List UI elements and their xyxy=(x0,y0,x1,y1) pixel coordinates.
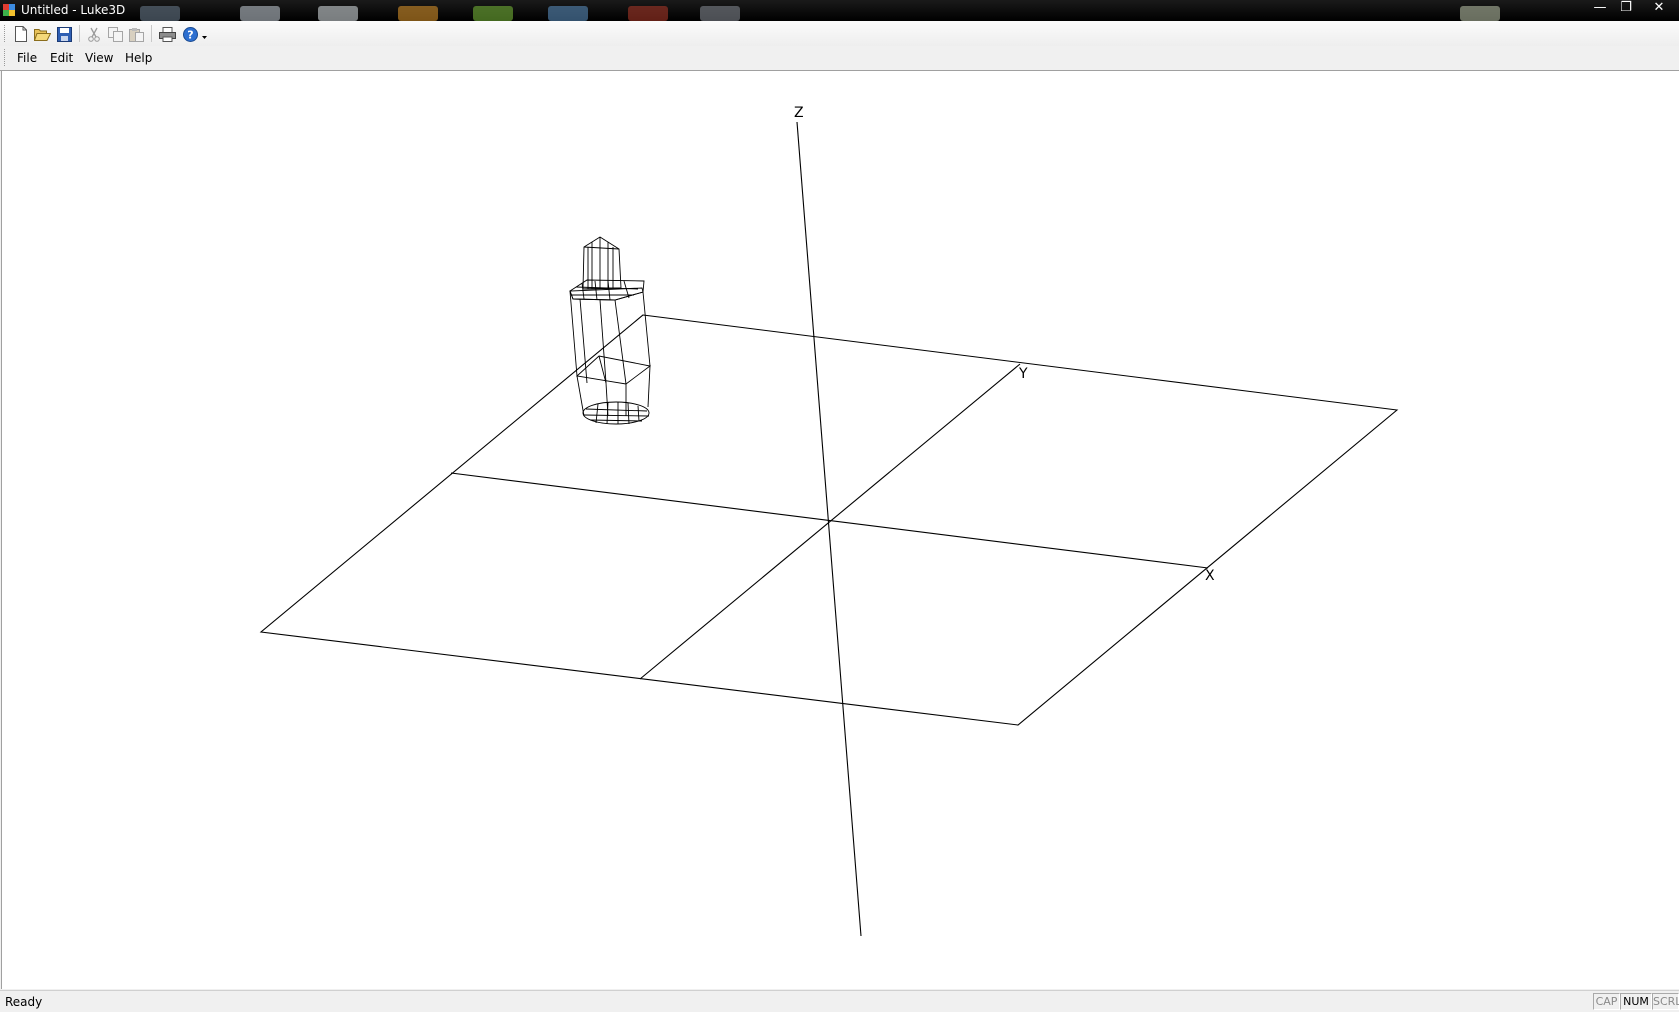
x-axis-label: X xyxy=(1205,568,1215,584)
menu-file[interactable]: File xyxy=(15,50,39,66)
status-bar: Ready CAP NUM SCRL xyxy=(0,990,1679,1012)
menu-help[interactable]: Help xyxy=(123,50,154,66)
dropdown-arrow-icon xyxy=(201,36,207,39)
copy-icon xyxy=(107,26,123,42)
num-lock-indicator: NUM xyxy=(1620,993,1652,1010)
window-title: Untitled - Luke3D xyxy=(21,3,126,17)
paste-icon xyxy=(128,27,144,42)
scroll-lock-indicator: SCRL xyxy=(1652,993,1679,1010)
y-axis-line xyxy=(639,363,1021,680)
toolbar-grip[interactable] xyxy=(4,25,8,42)
svg-text:?: ? xyxy=(187,28,193,41)
x-axis-line xyxy=(450,472,1209,569)
caps-lock-indicator: CAP xyxy=(1593,993,1620,1010)
scene-canvas[interactable]: Z Y X xyxy=(2,71,1679,989)
new-document-icon xyxy=(15,26,27,42)
toolbar-separator xyxy=(79,25,80,42)
cut-button[interactable] xyxy=(85,25,103,43)
minimize-button[interactable]: — xyxy=(1587,0,1613,16)
title-bar: Untitled - Luke3D — ❐ ✕ xyxy=(0,0,1679,21)
app-icon xyxy=(3,4,15,16)
z-axis-label: Z xyxy=(794,105,804,121)
cut-icon xyxy=(88,27,100,42)
save-icon xyxy=(56,26,72,42)
menu-edit[interactable]: Edit xyxy=(48,50,75,66)
new-button[interactable] xyxy=(12,25,30,43)
menu-bar: File Edit View Help xyxy=(0,46,1679,71)
print-icon xyxy=(158,26,176,42)
restore-button[interactable]: ❐ xyxy=(1613,0,1639,16)
open-folder-icon xyxy=(33,29,51,41)
toolbar: ? xyxy=(0,21,1679,46)
save-button[interactable] xyxy=(55,25,73,43)
open-button[interactable] xyxy=(33,25,51,43)
copy-button[interactable] xyxy=(106,25,124,43)
3d-viewport[interactable]: Z Y X xyxy=(1,71,1679,989)
help-button[interactable]: ? xyxy=(181,25,199,43)
help-dropdown-button[interactable] xyxy=(199,25,209,43)
z-axis-line xyxy=(796,121,862,937)
paste-button[interactable] xyxy=(127,25,145,43)
menu-view[interactable]: View xyxy=(83,50,115,66)
y-axis-label: Y xyxy=(1018,366,1028,382)
status-text: Ready xyxy=(5,995,43,1009)
help-icon: ? xyxy=(182,26,198,42)
toolbar-separator xyxy=(151,25,152,42)
close-button[interactable]: ✕ xyxy=(1639,0,1679,16)
wireframe-object xyxy=(569,236,652,425)
print-button[interactable] xyxy=(158,25,176,43)
menubar-grip[interactable] xyxy=(4,49,8,66)
